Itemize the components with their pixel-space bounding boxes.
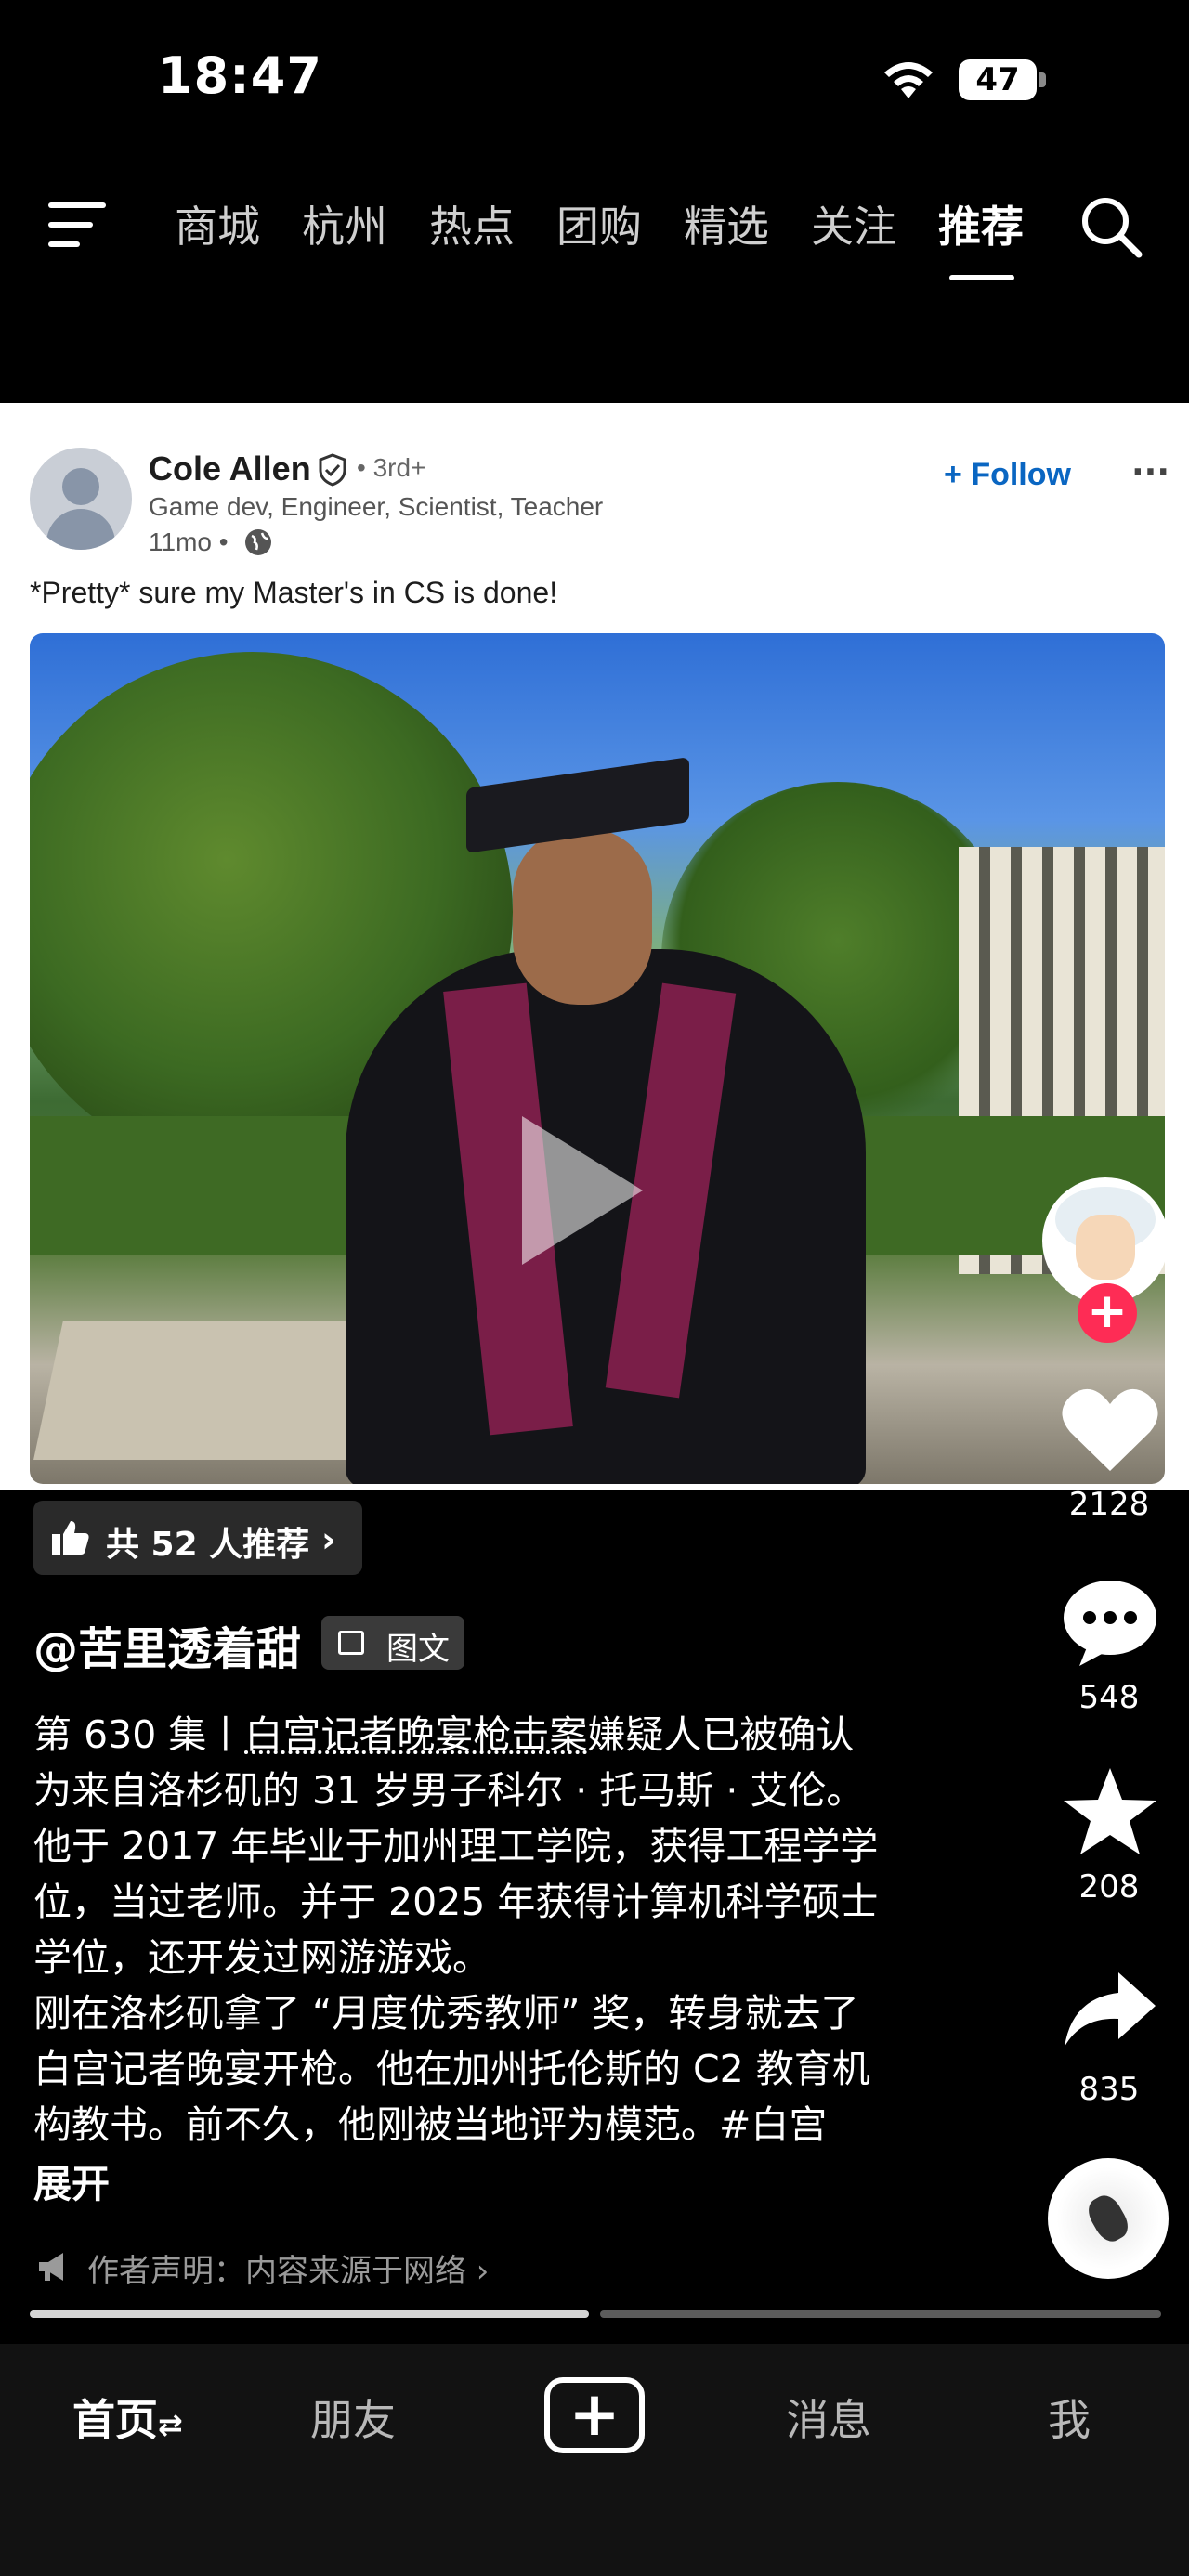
globe-icon [245, 529, 271, 555]
recommend-count: 共 52 人推荐 [106, 1526, 310, 1564]
plus-icon: + [944, 457, 972, 492]
follow-button[interactable]: + Follow [944, 457, 1071, 493]
plus-icon: + [568, 2378, 621, 2450]
heart-icon[interactable] [1059, 1384, 1161, 1477]
avatar[interactable] [30, 448, 132, 550]
post-text: *Pretty* sure my Master's in CS is done! [30, 576, 558, 609]
progress-segment-next [600, 2310, 1161, 2318]
battery-indicator: 47 [959, 59, 1037, 100]
nav-messages[interactable]: 消息 [786, 2387, 871, 2448]
tab-hot[interactable]: 热点 [429, 193, 515, 254]
music-disc-icon[interactable] [1048, 2158, 1169, 2279]
favorite-count: 208 [1078, 1868, 1140, 1906]
graduate-face [513, 828, 652, 1005]
share-icon[interactable] [1059, 1965, 1161, 2058]
comment-icon[interactable] [1059, 1575, 1161, 1668]
thumbs-up-icon [52, 1521, 89, 1555]
content-type-label: 图文 [386, 1631, 450, 1668]
tab-recommended[interactable]: 推荐 [938, 193, 1024, 254]
refresh-icon: ⇄ [158, 2407, 183, 2442]
connection-degree: • 3rd+ [357, 453, 426, 482]
nav-me[interactable]: 我 [1048, 2387, 1091, 2448]
post-card[interactable]: Cole Allen • 3rd+ Game dev, Engineer, Sc… [0, 403, 1189, 1490]
nav-friends[interactable]: 朋友 [310, 2387, 396, 2448]
status-time: 18:47 [158, 46, 322, 105]
image-text-icon [338, 1631, 364, 1655]
tab-featured[interactable]: 精选 [684, 193, 769, 254]
wifi-icon [884, 62, 933, 98]
more-options-button[interactable]: ··· [1131, 453, 1169, 491]
author-handle[interactable]: @苦里透着甜 [33, 1612, 301, 1677]
tab-hangzhou[interactable]: 杭州 [302, 193, 387, 254]
search-icon[interactable] [1079, 195, 1143, 258]
tab-following[interactable]: 关注 [811, 193, 896, 254]
topic-link[interactable]: 白宫记者晚宴枪击案 [244, 1712, 587, 1757]
comment-count: 548 [1078, 1679, 1140, 1716]
follow-creator-button[interactable]: + [1078, 1283, 1137, 1343]
post-author-name[interactable]: Cole Allen [149, 449, 311, 488]
nav-home[interactable]: 首页⇄ [72, 2387, 183, 2448]
share-count: 835 [1078, 2071, 1140, 2108]
tab-mall[interactable]: 商城 [175, 193, 260, 254]
like-count: 2128 [1068, 1486, 1150, 1523]
megaphone-icon [39, 2253, 63, 2281]
author-headline: Game dev, Engineer, Scientist, Teacher [149, 492, 604, 521]
post-caption: 第 630 集丨白宫记者晚宴枪击案嫌疑人已被确认 为来自洛杉矶的 31 岁男子科… [33, 1712, 879, 2147]
chevron-right-icon: › [321, 1519, 336, 1560]
post-video[interactable] [30, 633, 1165, 1484]
active-tab-indicator [949, 275, 1014, 280]
progress-segment-current [30, 2310, 589, 2318]
menu-icon[interactable] [48, 202, 106, 249]
expand-button[interactable]: 展开 [33, 2153, 110, 2208]
battery-cap [1039, 72, 1046, 87]
author-disclaimer[interactable]: 作者声明：内容来源于网络 › [87, 2245, 489, 2291]
play-icon[interactable] [522, 1116, 643, 1265]
verified-icon [319, 453, 346, 487]
post-age: 11mo • [149, 527, 229, 556]
tab-group-buy[interactable]: 团购 [556, 193, 642, 254]
star-icon[interactable] [1059, 1764, 1161, 1857]
